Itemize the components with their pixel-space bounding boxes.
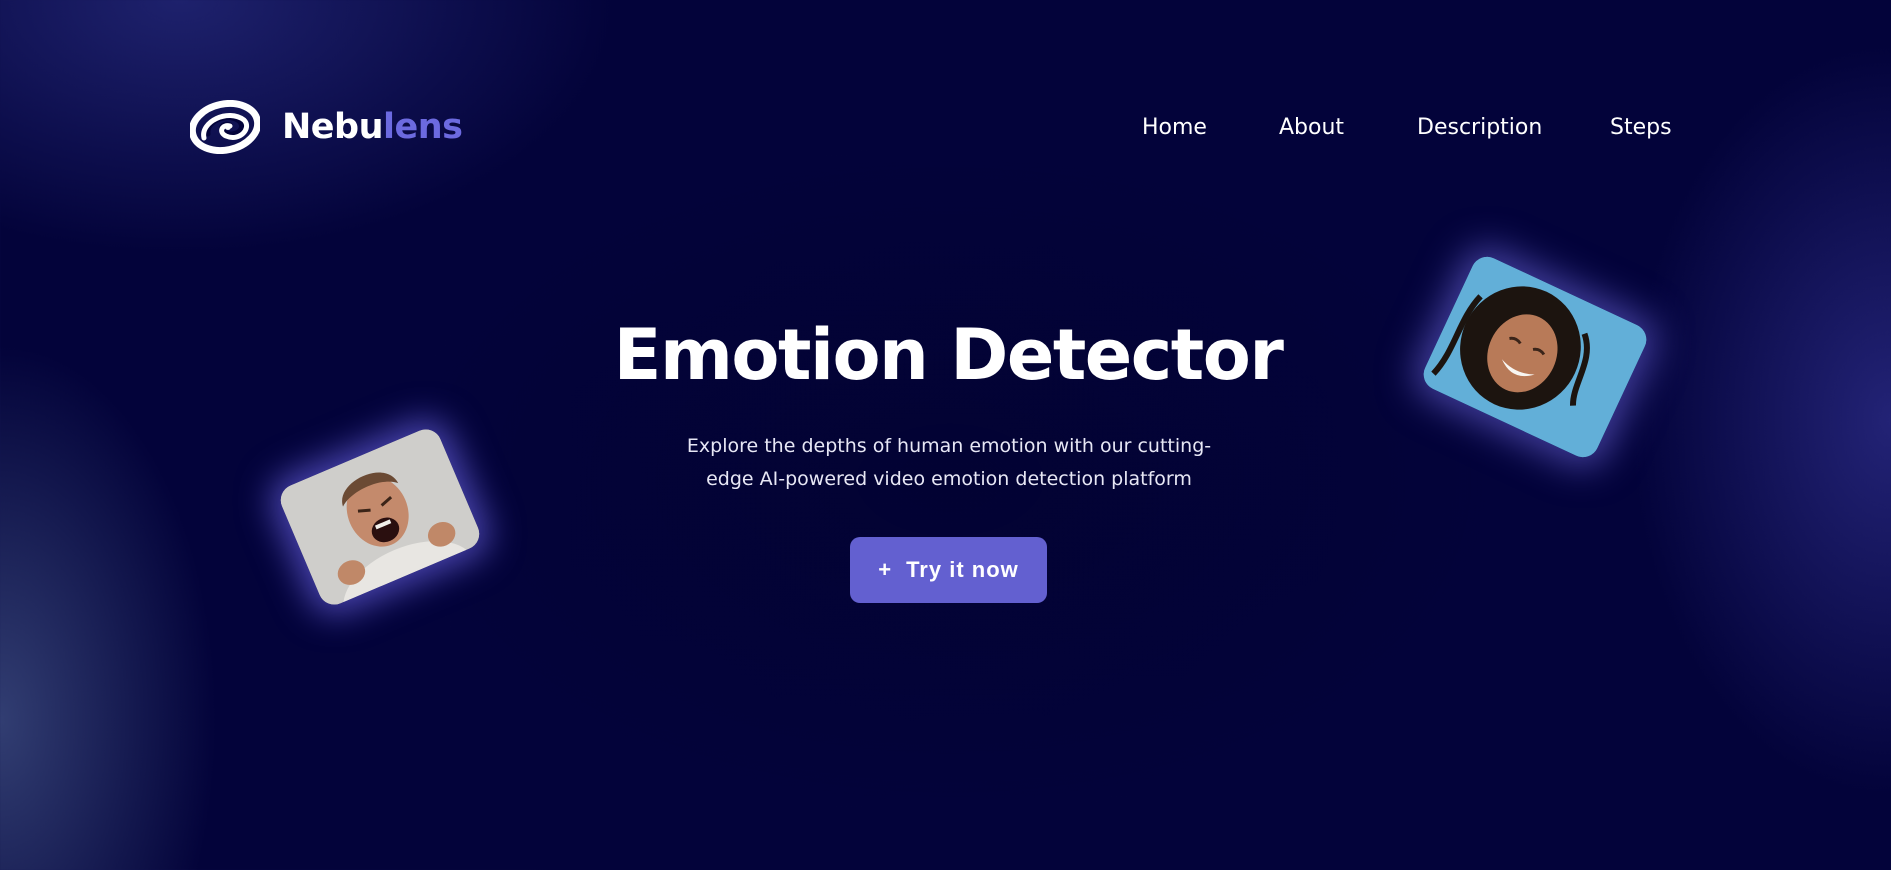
brand-name: Nebulens (282, 106, 463, 147)
angry-face-illustration (275, 424, 485, 610)
nav-steps[interactable]: Steps (1610, 113, 1672, 143)
hero-subtitle: Explore the depths of human emotion with… (681, 430, 1217, 496)
try-it-now-button[interactable]: + Try it now (850, 537, 1047, 603)
hero-subtitle-line2: edge AI-powered video emotion detection … (706, 468, 1192, 490)
nav-description[interactable]: Description (1417, 113, 1542, 143)
plus-icon: + (878, 557, 893, 582)
brand-name-part1: Nebu (282, 106, 384, 147)
hero-title: Emotion Detector (613, 314, 1284, 396)
spiral-galaxy-icon (190, 100, 260, 154)
nav-about[interactable]: About (1279, 113, 1344, 143)
nav-home[interactable]: Home (1142, 113, 1207, 143)
angry-man-photo (275, 424, 485, 610)
hero-subtitle-line1: Explore the depths of human emotion with… (686, 435, 1212, 457)
brand-name-part2: lens (383, 106, 463, 147)
brand-logo[interactable]: Nebulens (190, 100, 463, 154)
try-it-now-label: Try it now (906, 557, 1019, 582)
